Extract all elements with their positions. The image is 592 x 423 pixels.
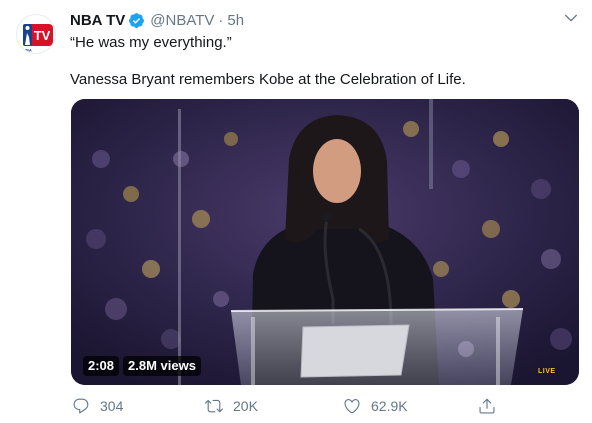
video-duration: 2:08 — [83, 356, 120, 376]
handle[interactable]: @NBATV — [150, 12, 214, 29]
live-tag: LIVE — [538, 368, 556, 375]
retweet-button[interactable]: 20K — [205, 396, 258, 416]
reply-icon — [73, 398, 89, 414]
video-view-count: 2.8M views — [123, 356, 201, 376]
reply-count: 304 — [100, 398, 124, 414]
like-icon — [344, 399, 360, 414]
tweet-header: NBA TV @NBATV · 5h — [70, 10, 244, 30]
verified-icon — [129, 12, 145, 28]
avatar-sub-label: NBA — [23, 48, 32, 53]
retweet-icon — [205, 399, 223, 413]
tweet-actions: 304 20K 62.9K — [0, 396, 592, 416]
avatar[interactable]: TV NBA — [16, 14, 56, 54]
like-count: 62.9K — [371, 398, 408, 414]
tweet-text: Vanessa Bryant remembers Kobe at the Cel… — [70, 71, 466, 88]
separator-dot: · — [218, 11, 224, 29]
share-icon — [479, 398, 495, 414]
chevron-down-icon[interactable] — [563, 10, 579, 26]
tweet-quote: “He was my everything.” — [70, 34, 232, 51]
video-player[interactable]: 2:08 2.8M views LIVE — [71, 99, 579, 385]
like-button[interactable]: 62.9K — [343, 396, 408, 416]
display-name[interactable]: NBA TV — [70, 12, 125, 29]
avatar-label: TV — [34, 28, 51, 43]
timestamp[interactable]: 5h — [227, 12, 244, 29]
tweet[interactable]: TV NBA NBA TV @NBATV · 5h “He was my eve… — [0, 0, 592, 423]
nba-tv-logo-icon: TV NBA — [17, 15, 55, 53]
reply-button[interactable]: 304 — [72, 396, 123, 416]
video-frame — [71, 99, 579, 385]
share-button[interactable] — [478, 396, 506, 416]
retweet-count: 20K — [233, 398, 258, 414]
